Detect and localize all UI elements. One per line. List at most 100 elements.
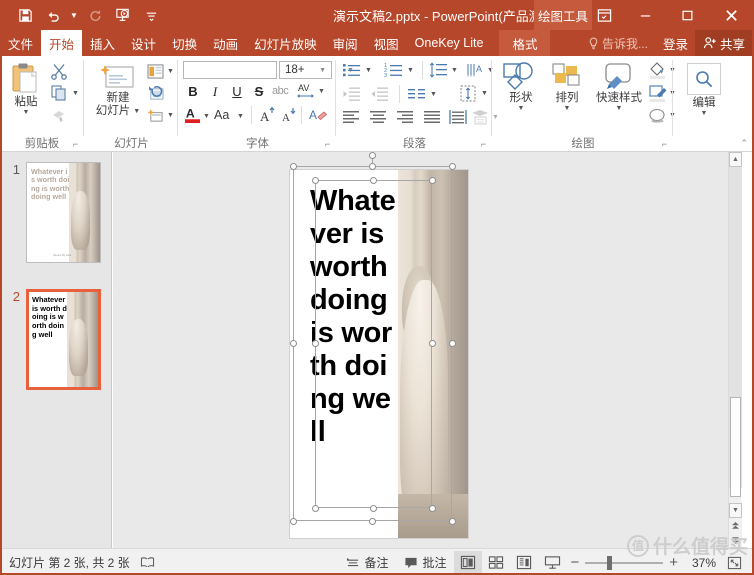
find-select-button[interactable]: 编辑 ▼ <box>682 63 726 117</box>
align-right-button[interactable] <box>396 110 415 124</box>
format-painter-button[interactable] <box>50 106 68 124</box>
slideshow-view-button[interactable] <box>538 551 566 575</box>
copy-button[interactable]: ▼ <box>50 84 79 102</box>
comments-button[interactable]: 批注 <box>396 551 454 575</box>
zoom-control[interactable]: − + 37% <box>566 555 720 570</box>
font-size-dropdown-icon[interactable]: ▼ <box>314 67 331 74</box>
inner-handle-sw[interactable] <box>312 505 319 512</box>
inner-handle-n[interactable] <box>370 177 377 184</box>
thumbnail-row-2[interactable]: 2 Whatever is worth doing is worth doing… <box>0 289 112 390</box>
new-slide-button[interactable]: 新建 幻灯片 ▼ <box>93 64 143 118</box>
distribute-button[interactable] <box>448 109 468 125</box>
arrange-dropdown-icon[interactable]: ▼ <box>564 105 571 112</box>
align-left-button[interactable] <box>342 110 361 124</box>
reset-button[interactable] <box>147 86 164 101</box>
outer-handle-se[interactable] <box>449 518 456 525</box>
cut-button[interactable] <box>50 62 68 80</box>
tab-design[interactable]: 设计 <box>123 30 164 56</box>
collapse-ribbon-button[interactable]: ⌃ <box>740 138 748 149</box>
align-text-dropdown-icon[interactable]: ▼ <box>481 90 488 97</box>
maximize-button[interactable] <box>666 0 708 30</box>
inner-handle-s[interactable] <box>370 505 377 512</box>
next-slide-button[interactable] <box>729 533 742 548</box>
tab-view[interactable]: 视图 <box>366 30 407 56</box>
find-select-dropdown-icon[interactable]: ▼ <box>701 110 708 117</box>
inner-handle-w[interactable] <box>312 340 319 347</box>
slide-sorter-view-button[interactable] <box>482 551 510 575</box>
new-slide-dropdown-icon[interactable]: ▼ <box>133 108 140 115</box>
tab-insert[interactable]: 插入 <box>82 30 123 56</box>
slide-thumbnail-1[interactable]: Whatever is worth doing is worth doing w… <box>26 162 101 263</box>
font-dialog-launcher[interactable]: ⌐ <box>322 139 333 150</box>
slide-thumbnail-2[interactable]: Whatever is worth doing is worth doing w… <box>26 289 101 390</box>
zoom-in-button[interactable]: + <box>669 555 678 570</box>
zoom-percent-label[interactable]: 37% <box>684 556 716 570</box>
inner-handle-ne[interactable] <box>429 177 436 184</box>
inner-handle-se[interactable] <box>429 505 436 512</box>
slide-counter[interactable]: 幻灯片 第 2 张, 共 2 张 <box>9 554 130 571</box>
tell-me-box[interactable]: 告诉我... <box>580 30 656 56</box>
paragraph-dialog-launcher[interactable]: ⌐ <box>478 139 489 150</box>
section-button[interactable]: ▼ <box>147 108 174 123</box>
fit-to-window-button[interactable] <box>720 551 748 575</box>
tab-format[interactable]: 格式 <box>499 30 551 56</box>
tab-file[interactable]: 文件 <box>0 30 41 56</box>
bold-button[interactable]: B <box>185 84 201 99</box>
paste-button[interactable]: 粘贴 ▼ <box>5 62 47 116</box>
vertical-scrollbar[interactable]: ▲ ▼ <box>728 152 742 548</box>
slide-edit-pane[interactable]: Whatever is worth doing is worth doing w… <box>113 152 742 548</box>
paste-dropdown-icon[interactable]: ▼ <box>23 109 30 116</box>
font-color-dropdown-icon[interactable]: ▼ <box>203 113 210 120</box>
font-size-combobox[interactable]: 18+ ▼ <box>279 61 332 79</box>
scroll-down-button[interactable]: ▼ <box>729 503 742 518</box>
numbering-dropdown-icon[interactable]: ▼ <box>407 67 414 74</box>
text-shadow-button[interactable]: abc <box>272 85 289 97</box>
tab-onekey-lite[interactable]: OneKey Lite <box>407 30 492 56</box>
zoom-slider-thumb[interactable] <box>607 555 613 570</box>
change-case-button[interactable]: Aa <box>214 108 229 122</box>
inner-handle-nw[interactable] <box>312 177 319 184</box>
previous-slide-button[interactable] <box>729 518 742 533</box>
outer-handle-e[interactable] <box>449 340 456 347</box>
change-case-dropdown-icon[interactable]: ▼ <box>237 113 244 120</box>
outer-handle-sw[interactable] <box>290 518 297 525</box>
undo-dropdown-icon[interactable]: ▼ <box>68 3 80 27</box>
outer-handle-n[interactable] <box>369 163 376 170</box>
close-button[interactable] <box>708 0 754 30</box>
tab-slideshow[interactable]: 幻灯片放映 <box>246 30 325 56</box>
character-spacing-button[interactable]: AV ▼ <box>296 82 325 100</box>
layout-button[interactable]: ▼ <box>147 64 174 79</box>
align-text-button[interactable]: ▼ <box>459 85 488 102</box>
strikethrough-button[interactable]: S <box>251 84 267 99</box>
outer-handle-w[interactable] <box>290 340 297 347</box>
rotation-handle[interactable] <box>369 152 376 159</box>
outer-handle-nw[interactable] <box>290 163 297 170</box>
thumbnail-row-1[interactable]: 1 Whatever is worth doing is worth doing… <box>0 162 112 263</box>
columns-button[interactable]: ▼ <box>407 86 437 102</box>
decrease-font-size-button[interactable]: A <box>280 106 298 124</box>
shapes-dropdown-icon[interactable]: ▼ <box>518 105 525 112</box>
share-button[interactable]: 共享 <box>694 30 754 56</box>
italic-button[interactable]: I <box>207 84 223 100</box>
notes-button[interactable]: 备注 <box>338 551 396 575</box>
line-spacing-button[interactable]: ▼ <box>429 62 458 78</box>
layout-dropdown-icon[interactable]: ▼ <box>167 68 174 75</box>
outer-handle-s[interactable] <box>369 518 376 525</box>
slide-thumbnail-pane[interactable]: 1 Whatever is worth doing is worth doing… <box>0 152 112 548</box>
tab-home[interactable]: 开始 <box>41 30 83 56</box>
section-dropdown-icon[interactable]: ▼ <box>167 112 174 119</box>
clear-formatting-button[interactable]: A <box>308 106 327 124</box>
clipboard-dialog-launcher[interactable]: ⌐ <box>70 139 81 150</box>
copy-dropdown-icon[interactable]: ▼ <box>72 90 79 97</box>
quick-styles-button[interactable]: 快速样式 ▼ <box>591 62 647 112</box>
align-center-button[interactable] <box>369 110 388 124</box>
justify-button[interactable] <box>423 110 442 124</box>
inner-handle-e[interactable] <box>429 340 436 347</box>
save-icon[interactable] <box>12 3 38 27</box>
bullets-button[interactable]: ▼ <box>342 62 372 78</box>
start-slideshow-icon[interactable] <box>110 3 136 27</box>
tab-animations[interactable]: 动画 <box>205 30 246 56</box>
bullets-dropdown-icon[interactable]: ▼ <box>365 67 372 74</box>
increase-font-size-button[interactable]: A <box>259 106 277 124</box>
normal-view-button[interactable] <box>454 550 483 575</box>
